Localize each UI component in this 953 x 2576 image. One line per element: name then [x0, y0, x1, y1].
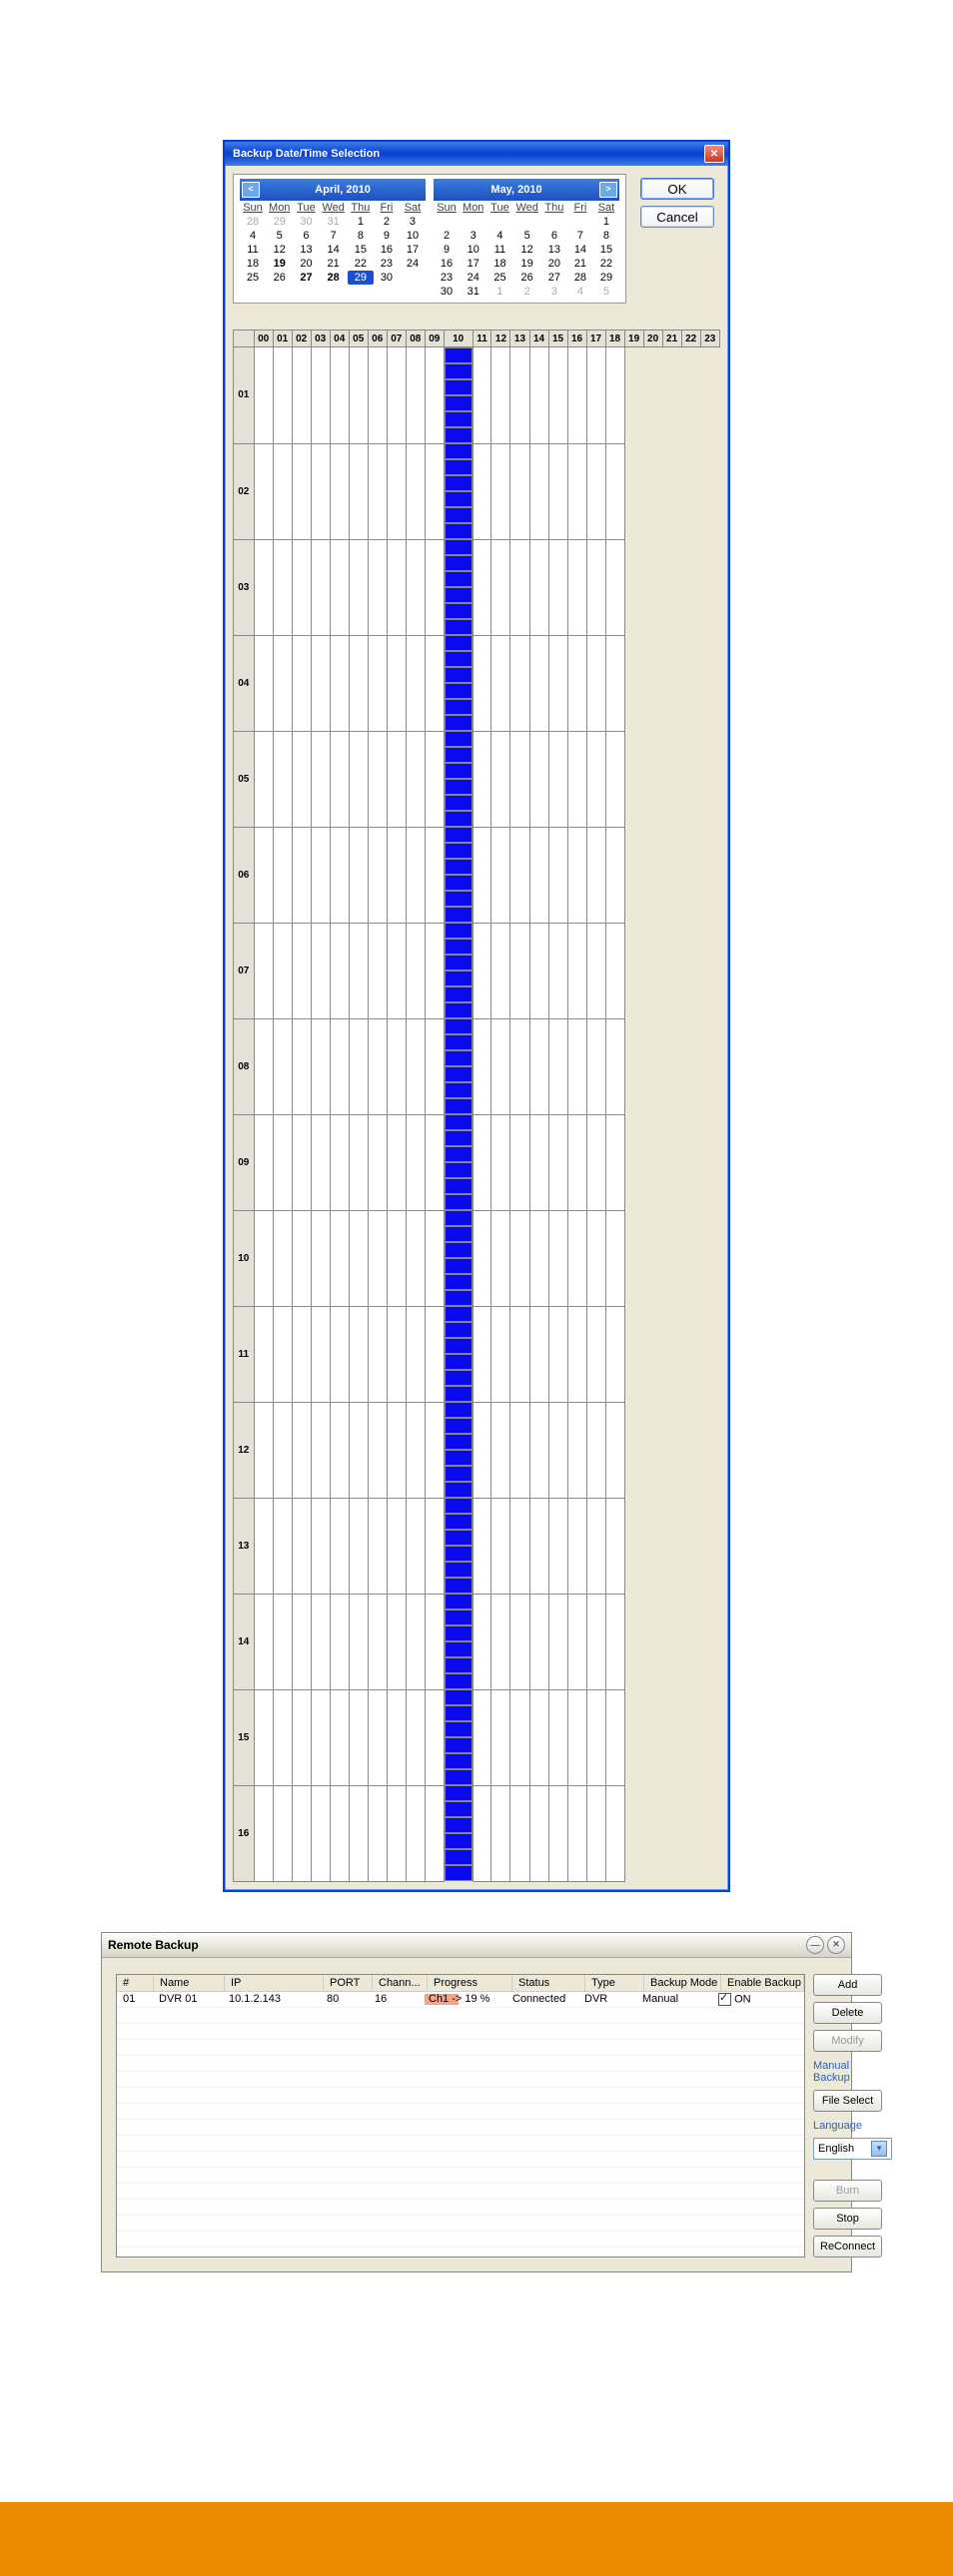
reconnect-button[interactable]: ReConnect: [813, 2236, 882, 2257]
table-row[interactable]: [117, 2120, 804, 2136]
burn-button: Burn: [813, 2180, 882, 2202]
col-ip[interactable]: IP: [225, 1975, 324, 1991]
calendar-left-label: April, 2010: [262, 184, 424, 196]
col-name[interactable]: Name: [154, 1975, 225, 1991]
col-status[interactable]: Status: [512, 1975, 585, 1991]
table-row[interactable]: [117, 2088, 804, 2104]
remote-backup-titlebar: Remote Backup — ✕: [102, 1933, 851, 1958]
progress-text: Ch1 -> 19 %: [429, 1993, 489, 2005]
modify-button: Modify: [813, 2030, 882, 2052]
calendar-right-label: May, 2010: [436, 184, 597, 196]
checkbox-icon[interactable]: [718, 1993, 731, 2006]
file-select-button[interactable]: File Select: [813, 2090, 882, 2112]
ok-button[interactable]: OK: [640, 178, 714, 200]
remote-backup-window: Remote Backup — ✕ # Name IP PORT Chann..…: [101, 1932, 852, 2272]
backup-list[interactable]: # Name IP PORT Chann... Progress Status …: [116, 1974, 805, 2257]
cell-name: DVR 01: [153, 1992, 223, 2007]
close-icon[interactable]: ✕: [827, 1936, 845, 1954]
cell-port: 80: [321, 1992, 369, 2007]
manual-backup-label: Manual Backup: [813, 2060, 882, 2084]
language-value: English: [818, 2143, 854, 2155]
list-header: # Name IP PORT Chann... Progress Status …: [117, 1975, 804, 1992]
table-row[interactable]: [117, 2184, 804, 2200]
calendar-right[interactable]: May, 2010 > SunMonTueWedThuFriSat1234567…: [430, 177, 623, 301]
chevron-down-icon[interactable]: ▼: [871, 2141, 887, 2157]
col-enable[interactable]: Enable Backup: [721, 1975, 804, 1991]
calendar-panel: < April, 2010 SunMonTueWedThuFriSat28293…: [233, 174, 626, 304]
col-type[interactable]: Type: [585, 1975, 644, 1991]
minimize-icon[interactable]: —: [806, 1936, 824, 1954]
table-row[interactable]: [117, 2136, 804, 2152]
side-panel: Add Delete Modify Manual Backup File Sel…: [813, 1974, 882, 2257]
table-row[interactable]: [117, 2152, 804, 2168]
table-row[interactable]: [117, 2072, 804, 2088]
table-row[interactable]: [117, 2216, 804, 2232]
stop-button[interactable]: Stop: [813, 2208, 882, 2230]
table-row[interactable]: [117, 2008, 804, 2024]
footer-bar: [0, 2502, 953, 2576]
table-row[interactable]: 01 DVR 01 10.1.2.143 80 16 Ch1 -> 19 % C…: [117, 1992, 804, 2008]
table-row[interactable]: [117, 2104, 804, 2120]
close-icon[interactable]: ✕: [704, 145, 724, 163]
table-row[interactable]: [117, 2040, 804, 2056]
col-port[interactable]: PORT: [324, 1975, 373, 1991]
cell-mode: Manual: [636, 1992, 712, 2007]
cell-chan: 16: [369, 1992, 423, 2007]
dialog-title: Backup Date/Time Selection: [233, 148, 380, 160]
time-selection-grid[interactable]: 0001020304050607080910111213141516171819…: [233, 329, 720, 1882]
table-row[interactable]: [117, 2024, 804, 2040]
cancel-button[interactable]: Cancel: [640, 206, 714, 228]
cell-ip: 10.1.2.143: [223, 1992, 321, 2007]
table-row[interactable]: [117, 2056, 804, 2072]
cell-progress: Ch1 -> 19 %: [423, 1992, 506, 2007]
cell-num: 01: [117, 1992, 153, 2007]
backup-date-time-dialog: Backup Date/Time Selection ✕ < April, 20…: [223, 140, 730, 1892]
dialog-titlebar: Backup Date/Time Selection ✕: [225, 142, 728, 166]
table-row[interactable]: [117, 2168, 804, 2184]
cell-type: DVR: [578, 1992, 636, 2007]
col-chan[interactable]: Chann...: [373, 1975, 428, 1991]
col-num[interactable]: #: [117, 1975, 154, 1991]
table-row[interactable]: [117, 2232, 804, 2248]
remote-backup-title: Remote Backup: [108, 1938, 199, 1952]
delete-button[interactable]: Delete: [813, 2002, 882, 2024]
cell-status: Connected: [506, 1992, 578, 2007]
prev-month-icon[interactable]: <: [242, 182, 260, 198]
language-label: Language: [813, 2120, 882, 2132]
table-row[interactable]: [117, 2200, 804, 2216]
cell-enable[interactable]: ON: [712, 1992, 794, 2007]
add-button[interactable]: Add: [813, 1974, 882, 1996]
col-progress[interactable]: Progress: [428, 1975, 512, 1991]
language-select[interactable]: English ▼: [813, 2138, 892, 2160]
enable-text: ON: [734, 1993, 751, 2005]
calendar-left[interactable]: < April, 2010 SunMonTueWedThuFriSat28293…: [236, 177, 430, 301]
next-month-icon[interactable]: >: [599, 182, 617, 198]
col-mode[interactable]: Backup Mode: [644, 1975, 721, 1991]
